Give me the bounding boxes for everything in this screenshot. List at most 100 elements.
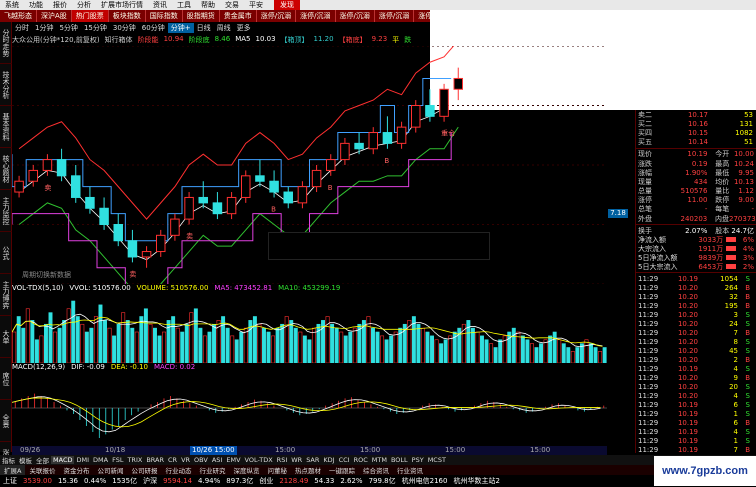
x-tick-label: 15:00 <box>275 446 296 454</box>
left-tab-1[interactable]: 技术分析 <box>0 64 12 106</box>
indicator-tab-23[interactable]: PSY <box>410 456 426 464</box>
indicator-tab-3[interactable]: MACD <box>51 456 75 464</box>
market-tab-4[interactable]: 国际指数 <box>146 10 183 22</box>
period-3[interactable]: 15分钟 <box>81 23 110 33</box>
market-tab-6[interactable]: 贵金属市 <box>220 10 257 22</box>
function-tab-1[interactable]: 关联报价 <box>25 465 59 475</box>
indicator-tab-19[interactable]: CCI <box>337 456 352 464</box>
tick-time: 11:29 <box>638 445 659 454</box>
indicator-tab-10[interactable]: VR <box>179 456 192 464</box>
volume-bar <box>130 327 135 363</box>
menu-extra-0[interactable]: 交易 <box>220 0 244 10</box>
menu-item-7[interactable]: 帮助 <box>196 0 220 10</box>
stage-high-value: 10.94 <box>163 35 184 43</box>
indicator-tab-0[interactable]: 指标 <box>0 455 17 465</box>
volume-bar <box>484 339 489 363</box>
macd-indicator-name[interactable]: MACD(12,26,9) <box>12 363 65 372</box>
period-2[interactable]: 5分钟 <box>56 23 80 33</box>
period-7[interactable]: 日线 <box>194 23 214 33</box>
left-tab-0[interactable]: 分时走势 <box>0 22 12 64</box>
vol-indicator-name[interactable]: VOL-TDX(5,10) <box>12 284 63 293</box>
tick-row: 11:29 10.20 45 S <box>636 346 756 355</box>
indicator-tab-17[interactable]: SAR <box>304 456 321 464</box>
menu-item-6[interactable]: 工具 <box>172 0 196 10</box>
indicator-tab-12[interactable]: ASI <box>210 456 225 464</box>
indicator-tab-14[interactable]: VOL-TDX <box>243 456 275 464</box>
left-tab-7[interactable]: 大单 <box>0 316 12 358</box>
flow-bar <box>726 264 737 270</box>
left-tab-8[interactable]: 席位 <box>0 358 12 400</box>
indicator-tab-18[interactable]: KDJ <box>321 456 336 464</box>
period-1[interactable]: 1分钟 <box>32 23 56 33</box>
tick-volume: 6 <box>733 418 738 427</box>
menu-item-1[interactable]: 功能 <box>24 0 48 10</box>
function-tab-10[interactable]: 一键跟踪 <box>325 465 359 475</box>
market-tab-2[interactable]: 热门股票 <box>71 10 109 22</box>
indicator-tab-11[interactable]: OBV <box>192 456 210 464</box>
period-0[interactable]: 分时 <box>12 23 32 33</box>
period-6[interactable]: 分钟+ <box>167 23 194 33</box>
indicator-tab-4[interactable]: DMI <box>74 456 91 464</box>
menu-extra-1[interactable]: 平安 <box>244 0 268 10</box>
market-tab-8[interactable]: 涨停/沉溺 <box>296 10 336 22</box>
left-tab-3[interactable]: 核心题材 <box>0 148 12 190</box>
market-tab-5[interactable]: 股指期货 <box>183 10 220 22</box>
menu-item-3[interactable]: 分析 <box>72 0 96 10</box>
function-tab-8[interactable]: 问董秘 <box>263 465 291 475</box>
left-tab-2[interactable]: 基本资料 <box>0 106 12 148</box>
volume-bar <box>552 331 557 363</box>
indicator-tab-16[interactable]: WR <box>289 456 304 464</box>
function-tab-12[interactable]: 行业资讯 <box>393 465 427 475</box>
menu-brand[interactable]: 发现 <box>274 0 300 10</box>
market-tab-0[interactable]: 飞越形态 <box>0 10 37 22</box>
function-tab-11[interactable]: 综合资讯 <box>359 465 393 475</box>
indicator-tab-15[interactable]: RSI <box>275 456 290 464</box>
function-tab-0[interactable]: 扩展A <box>0 465 26 475</box>
market-tab-7[interactable]: 涨停/沉溺 <box>257 10 297 22</box>
left-tab-6[interactable]: 主力博弈 <box>0 274 12 316</box>
function-tab-6[interactable]: 行业研究 <box>195 465 229 475</box>
indicator-tab-5[interactable]: DMA <box>91 456 110 464</box>
function-tab-3[interactable]: 公司新闻 <box>93 465 127 475</box>
menu-item-4[interactable]: 扩展市场行情 <box>96 0 148 10</box>
indicator-tab-21[interactable]: MTM <box>370 456 389 464</box>
indicator-tab-22[interactable]: BOLL <box>389 456 410 464</box>
period-8[interactable]: 周线 <box>214 23 234 33</box>
left-tab-5[interactable]: 公式 <box>0 232 12 274</box>
function-tab-7[interactable]: 深度纵览 <box>229 465 263 475</box>
indicator-name[interactable]: 知行箱体 <box>105 35 133 45</box>
tick-side: S <box>745 436 750 445</box>
tick-volume: 4 <box>733 391 738 400</box>
function-tab-9[interactable]: 热点题材 <box>291 465 325 475</box>
tick-volume: 264 <box>724 283 738 292</box>
menu-item-5[interactable]: 资讯 <box>148 0 172 10</box>
function-tab-2[interactable]: 资金分布 <box>59 465 93 475</box>
function-tab-4[interactable]: 公司研报 <box>127 465 161 475</box>
indicator-tab-24[interactable]: MCST <box>426 456 448 464</box>
volume-bar <box>498 339 503 363</box>
macd-chart[interactable] <box>12 372 607 444</box>
left-tab-4[interactable]: 主力监控 <box>0 190 12 232</box>
market-tab-10[interactable]: 涨停/沉溺 <box>375 10 415 22</box>
indicator-tab-20[interactable]: ROC <box>352 456 370 464</box>
macd-header: MACD(12,26,9) DIF: -0.09 DEA: -0.10 MACD… <box>12 363 612 372</box>
menu-item-2[interactable]: 报价 <box>48 0 72 10</box>
function-tab-5[interactable]: 行业动态 <box>161 465 195 475</box>
market-tab-9[interactable]: 涨停/沉溺 <box>336 10 375 22</box>
indicator-tab-8[interactable]: BRAR <box>144 456 166 464</box>
indicator-tab-13[interactable]: EMV <box>224 456 242 464</box>
period-5[interactable]: 60分钟 <box>139 23 168 33</box>
left-tab-9[interactable]: 全景 <box>0 400 12 442</box>
market-tab-3[interactable]: 板块指数 <box>109 10 146 22</box>
period-9[interactable]: 更多 <box>234 23 254 33</box>
indicator-tab-6[interactable]: FSL <box>110 456 125 464</box>
period-4[interactable]: 30分钟 <box>110 23 139 33</box>
volume-chart[interactable] <box>12 293 607 363</box>
menu-item-0[interactable]: 系统 <box>0 0 24 10</box>
indicator-tab-1[interactable]: 模板 <box>17 455 34 465</box>
indicator-tab-7[interactable]: TRIX <box>125 456 144 464</box>
indicator-tab-2[interactable]: 全部 <box>34 455 51 465</box>
indicator-tab-9[interactable]: CR <box>166 456 179 464</box>
market-tab-1[interactable]: 深沪A股 <box>37 10 72 22</box>
tick-time: 11:29 <box>638 409 659 418</box>
